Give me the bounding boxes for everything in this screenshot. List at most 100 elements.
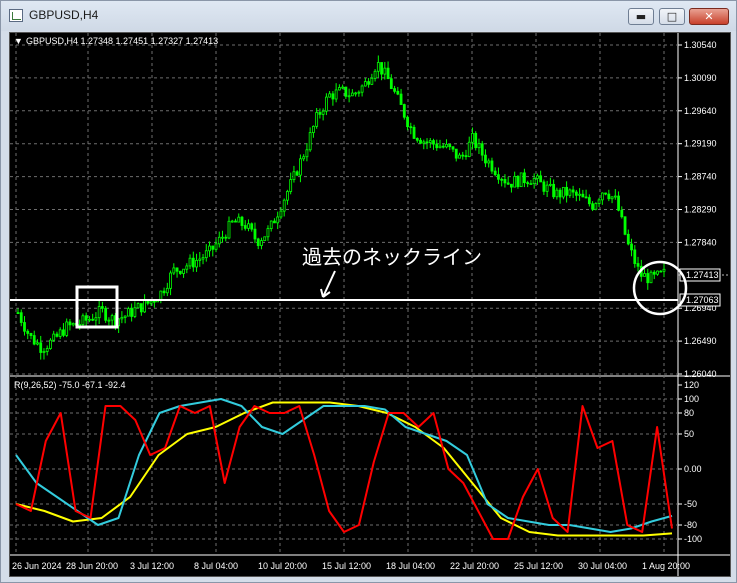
candles bbox=[16, 55, 666, 360]
candle-body bbox=[198, 258, 202, 261]
candle-body bbox=[175, 267, 179, 272]
candle-body bbox=[623, 216, 627, 235]
candle-body bbox=[350, 92, 354, 97]
candle-body bbox=[435, 143, 439, 149]
candle-body bbox=[172, 267, 176, 274]
candle-body bbox=[587, 197, 591, 205]
candle-body bbox=[535, 175, 539, 179]
candle-body bbox=[120, 317, 124, 320]
current-price-label: 1.27413 bbox=[686, 270, 719, 280]
candle-body bbox=[399, 93, 403, 105]
candle-body bbox=[234, 220, 237, 223]
candle-body bbox=[211, 245, 215, 250]
candle-body bbox=[26, 330, 30, 334]
candle-body bbox=[341, 86, 345, 89]
candle-body bbox=[373, 70, 377, 79]
candle-body bbox=[617, 195, 620, 211]
candle-body bbox=[571, 189, 575, 193]
candle-body bbox=[337, 87, 341, 91]
candle-body bbox=[425, 141, 429, 144]
neckline-annotation: 過去のネックライン bbox=[302, 245, 482, 269]
close-button[interactable]: ✕ bbox=[689, 8, 729, 25]
candle-body bbox=[513, 176, 517, 188]
candle-body bbox=[393, 88, 396, 92]
candle-body bbox=[78, 324, 82, 326]
candle-body bbox=[130, 308, 134, 317]
candle-body bbox=[409, 126, 413, 129]
candle-body bbox=[360, 85, 364, 93]
candle-body bbox=[305, 149, 309, 158]
candle-body bbox=[302, 156, 306, 160]
candle-body bbox=[445, 143, 448, 148]
candle-body bbox=[458, 154, 461, 159]
candle-body bbox=[558, 189, 562, 198]
candle-body bbox=[474, 132, 478, 149]
candle-body bbox=[19, 312, 23, 323]
candle-body bbox=[237, 216, 241, 223]
minimize-button[interactable]: ▬ bbox=[628, 8, 654, 25]
candle-body bbox=[143, 300, 147, 313]
candle-body bbox=[565, 186, 569, 196]
candle-body bbox=[269, 220, 273, 230]
candle-body bbox=[354, 92, 358, 95]
candle-body bbox=[286, 191, 289, 201]
candle-body bbox=[574, 191, 578, 196]
maximize-button[interactable]: □ bbox=[659, 8, 685, 25]
time-tick-label: 22 Jul 20:00 bbox=[450, 561, 499, 571]
time-tick-label: 8 Jul 04:00 bbox=[194, 561, 238, 571]
candle-body bbox=[16, 312, 20, 314]
chart-window: GBPUSD,H4 ▬ □ ✕ 1.30540 1.30090 1.29640 1.2… bbox=[0, 0, 737, 583]
candle-body bbox=[256, 238, 260, 246]
candle-body bbox=[321, 110, 325, 115]
candle-body bbox=[578, 193, 581, 196]
chart-area[interactable]: 1.30540 1.30090 1.29640 1.29190 1.28740 1.282… bbox=[9, 32, 731, 577]
candle-body bbox=[584, 196, 588, 199]
candle-body bbox=[487, 160, 491, 164]
time-tick-label: 3 Jul 12:00 bbox=[130, 561, 174, 571]
candle-body bbox=[597, 199, 601, 204]
candle-body bbox=[370, 77, 374, 85]
candle-body bbox=[208, 245, 211, 252]
candle-body bbox=[299, 158, 302, 176]
candle-body bbox=[630, 243, 633, 251]
indicator-tick-label: 100 bbox=[684, 394, 699, 404]
candle-body bbox=[415, 138, 419, 141]
candle-body bbox=[652, 271, 656, 275]
candle-body bbox=[289, 179, 293, 192]
candle-body bbox=[471, 132, 474, 143]
candle-body bbox=[389, 78, 393, 89]
neckline-price-label: 1.27063 bbox=[686, 295, 719, 305]
time-tick-label: 15 Jul 12:00 bbox=[322, 561, 371, 571]
candle-body bbox=[136, 303, 140, 309]
candle-body bbox=[406, 116, 409, 128]
candle-body bbox=[552, 183, 556, 198]
candle-body bbox=[480, 143, 484, 156]
price-tick-label: 1.29190 bbox=[684, 139, 717, 149]
indicator-tick-label: 120 bbox=[684, 380, 699, 390]
candle-body bbox=[159, 290, 163, 301]
candle-body bbox=[464, 155, 468, 158]
candle-body bbox=[548, 183, 552, 186]
candle-body bbox=[659, 270, 663, 273]
candle-body bbox=[454, 148, 458, 159]
candle-body bbox=[376, 62, 380, 72]
candle-body bbox=[107, 319, 111, 322]
candle-body bbox=[191, 257, 195, 268]
candle-body bbox=[500, 178, 504, 181]
candle-body bbox=[367, 81, 370, 85]
chart-header-arrow[interactable]: ▼ bbox=[14, 36, 23, 46]
candle-body bbox=[221, 236, 224, 239]
candle-body bbox=[467, 141, 471, 157]
candle-body bbox=[227, 220, 231, 239]
time-tick-label: 10 Jul 20:00 bbox=[258, 561, 307, 571]
candle-body bbox=[84, 315, 88, 321]
title-bar[interactable]: GBPUSD,H4 ▬ □ ✕ bbox=[1, 1, 736, 31]
price-tick-label: 1.28290 bbox=[684, 205, 717, 215]
candle-body bbox=[169, 272, 172, 289]
candle-body bbox=[88, 318, 91, 321]
candle-body bbox=[165, 287, 169, 294]
candle-body bbox=[52, 333, 56, 341]
candle-body bbox=[260, 240, 263, 246]
price-tick-label: 1.27840 bbox=[684, 237, 717, 247]
candle-body bbox=[432, 140, 435, 145]
